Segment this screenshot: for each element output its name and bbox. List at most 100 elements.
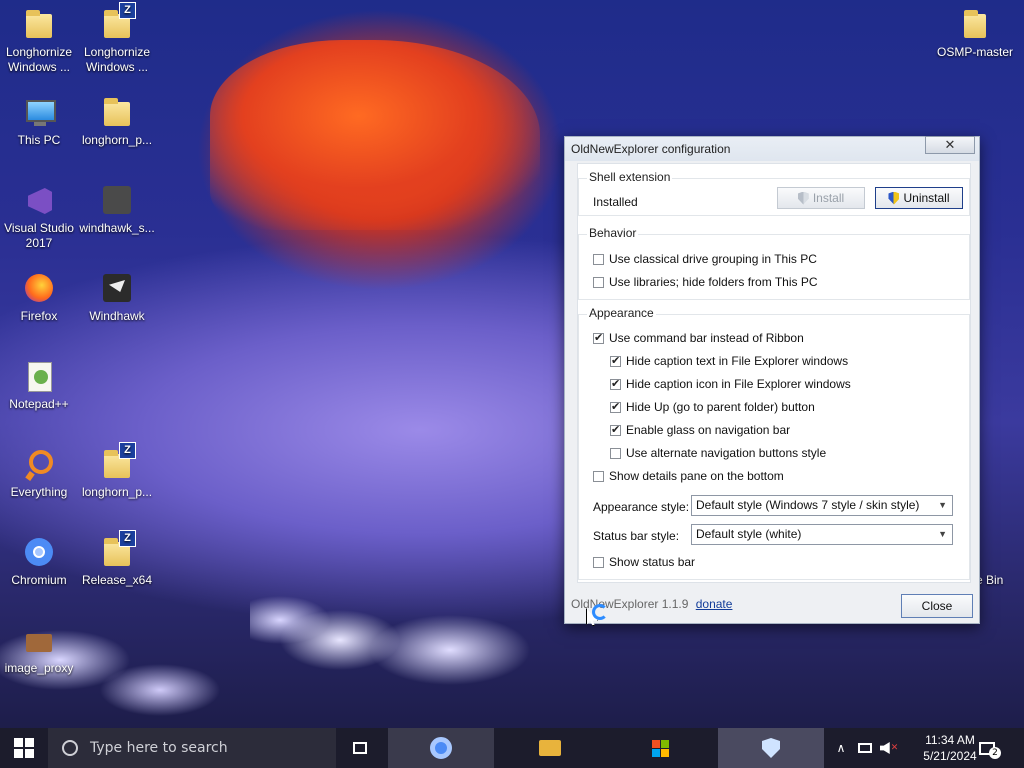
checkbox[interactable]: [610, 400, 621, 413]
desktop-icon-visual-studio[interactable]: Visual Studio 2017: [1, 184, 77, 251]
desktop-icon-label: Longhornize Windows ...: [5, 45, 73, 74]
status-bar-style-select[interactable]: Default style (white) ▼: [691, 524, 953, 545]
checkbox[interactable]: [610, 377, 621, 390]
folder-icon: [100, 96, 134, 130]
network-icon[interactable]: [854, 728, 876, 768]
checkbox[interactable]: [593, 276, 604, 288]
store-icon: [651, 739, 669, 757]
option-label: Hide caption text in File Explorer windo…: [626, 354, 849, 368]
desktop-icon-longhornize-2[interactable]: Z Longhornize Windows ...: [79, 2, 155, 75]
uninstall-button[interactable]: Uninstall: [875, 187, 963, 209]
option-label: Use command bar instead of Ribbon: [609, 331, 804, 345]
option-label: Use libraries; hide folders from This PC: [609, 275, 818, 289]
option-hide-up-button[interactable]: Hide Up (go to parent folder) button: [610, 400, 815, 414]
start-button[interactable]: [0, 728, 48, 768]
option-use-libraries[interactable]: Use libraries; hide folders from This PC: [593, 275, 818, 289]
task-view-button[interactable]: [340, 728, 380, 768]
taskbar-file-explorer[interactable]: [528, 728, 572, 768]
group-legend: Shell extension: [587, 170, 673, 184]
busy-ring-icon: [592, 604, 608, 620]
shell-status-text: Installed: [593, 195, 638, 209]
desktop-icon-label: windhawk_s...: [79, 221, 155, 235]
desktop-icon-release-x64[interactable]: Z Release_x64: [79, 530, 155, 588]
chevron-down-icon: ▼: [938, 529, 947, 539]
option-label: Hide caption icon in File Explorer windo…: [626, 377, 851, 391]
desktop-icon-label: Longhornize Windows ...: [83, 45, 151, 74]
desktop-icon-firefox[interactable]: Firefox: [1, 272, 77, 324]
checkbox[interactable]: [610, 354, 621, 367]
appearance-style-select[interactable]: Default style (Windows 7 style / skin st…: [691, 495, 953, 516]
volume-muted-icon[interactable]: ✕: [878, 728, 900, 768]
checkbox[interactable]: [593, 331, 604, 344]
dialog-close-x-button[interactable]: ✕: [925, 136, 975, 154]
shield-icon: [762, 738, 780, 758]
task-view-icon: [353, 742, 367, 754]
option-command-bar[interactable]: Use command bar instead of Ribbon: [593, 331, 804, 345]
desktop-icon-chromium[interactable]: Chromium: [1, 536, 77, 588]
taskbar-chromium[interactable]: [388, 728, 494, 768]
install-button[interactable]: Install: [777, 187, 865, 209]
notification-center-button[interactable]: 2: [972, 728, 1002, 768]
windhawk-icon: [100, 272, 134, 306]
show-hidden-icons-button[interactable]: ∧: [832, 728, 850, 768]
option-details-pane-bottom[interactable]: Show details pane on the bottom: [593, 469, 784, 483]
option-alternate-nav-buttons[interactable]: Use alternate navigation buttons style: [610, 446, 826, 460]
desktop-icon-label: Firefox: [20, 309, 58, 323]
option-show-status-bar[interactable]: Show status bar: [593, 555, 695, 569]
desktop-icon-longhorn-p-2[interactable]: Z longhorn_p...: [79, 442, 155, 500]
briefcase-icon: [22, 624, 56, 658]
desktop-icon-label: Visual Studio 2017: [4, 221, 74, 250]
desktop-icon-longhornize-1[interactable]: Longhornize Windows ...: [1, 8, 77, 75]
checkbox[interactable]: [593, 556, 604, 568]
taskbar-search-box[interactable]: Type here to search: [48, 728, 336, 768]
desktop-icon-windhawk[interactable]: Windhawk: [79, 272, 155, 324]
desktop-icon-longhorn-p-1[interactable]: longhorn_p...: [79, 96, 155, 148]
checkbox[interactable]: [593, 253, 604, 265]
dialog-titlebar[interactable]: OldNewExplorer configuration ✕: [565, 136, 979, 161]
notification-count-badge: 2: [989, 747, 1001, 759]
firefox-icon: [22, 272, 56, 306]
group-shell-extension: Shell extension Installed Install Uninst…: [578, 170, 970, 216]
desktop-icon-windhawk-setup[interactable]: windhawk_s...: [79, 184, 155, 236]
shield-icon: [888, 191, 900, 205]
option-enable-glass[interactable]: Enable glass on navigation bar: [610, 423, 790, 437]
notepadpp-icon: [22, 360, 56, 394]
group-appearance: Appearance Use command bar instead of Ri…: [578, 306, 970, 580]
close-button[interactable]: Close: [901, 594, 973, 618]
desktop-icon-label: This PC: [17, 133, 61, 147]
desktop-icon-osmp-master[interactable]: OSMP-master: [937, 8, 1013, 60]
desktop-icon-everything[interactable]: Everything: [1, 448, 77, 500]
status-bar-style-label: Status bar style:: [593, 529, 680, 543]
desktop-icon-label: Release_x64: [81, 573, 153, 587]
checkbox[interactable]: [610, 423, 621, 436]
search-placeholder: Type here to search: [90, 740, 228, 756]
appearance-style-label: Appearance style:: [593, 500, 690, 514]
zip-folder-icon: Z: [100, 442, 136, 482]
close-icon: ✕: [944, 137, 956, 152]
option-hide-caption-icon[interactable]: Hide caption icon in File Explorer windo…: [610, 377, 851, 391]
desktop-icon-label: Chromium: [11, 573, 67, 587]
desktop-icon-notepadpp[interactable]: Notepad++: [1, 360, 77, 412]
desktop-icon-image-proxy[interactable]: image_proxy: [1, 624, 77, 676]
desktop-icon-this-pc[interactable]: This PC: [1, 96, 77, 148]
taskbar-oldnewexplorer[interactable]: [718, 728, 824, 768]
close-button-label: Close: [921, 599, 953, 613]
checkbox[interactable]: [610, 447, 621, 459]
option-label: Hide Up (go to parent folder) button: [626, 400, 815, 414]
desktop-icon-label: longhorn_p...: [81, 133, 153, 147]
oldnewexplorer-dialog: OldNewExplorer configuration ✕ Shell ext…: [564, 136, 980, 624]
taskbar-store[interactable]: [640, 728, 680, 768]
desktop-icon-label: image_proxy: [4, 661, 74, 675]
option-label: Use classical drive grouping in This PC: [609, 252, 817, 266]
dialog-title: OldNewExplorer configuration: [571, 142, 731, 156]
search-icon: [62, 740, 78, 756]
chevron-down-icon: ▼: [938, 500, 947, 510]
option-classical-drive-grouping[interactable]: Use classical drive grouping in This PC: [593, 252, 817, 266]
desktop-icon-label: longhorn_p...: [81, 485, 153, 499]
checkbox[interactable]: [593, 470, 604, 482]
option-hide-caption-text[interactable]: Hide caption text in File Explorer windo…: [610, 354, 848, 368]
group-legend: Appearance: [587, 306, 656, 320]
desktop-icon-label: Everything: [10, 485, 68, 499]
donate-link[interactable]: donate: [696, 597, 733, 611]
version-text: OldNewExplorer 1.1.9: [571, 597, 689, 611]
